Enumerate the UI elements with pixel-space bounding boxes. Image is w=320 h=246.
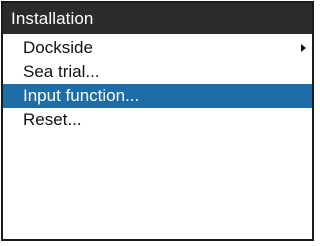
chevron-right-icon [301,44,306,52]
menu-title: Installation [3,3,312,34]
menu-item-reset[interactable]: Reset... [3,108,312,132]
menu-item-label: Input function... [23,86,140,105]
menu-item-label: Reset... [23,110,82,129]
menu-item-label: Dockside [23,38,93,57]
menu-item-input-function[interactable]: Input function... [3,84,312,108]
menu-item-label: Sea trial... [23,62,100,81]
menu-item-dockside[interactable]: Dockside [3,36,312,60]
installation-menu: Dockside Sea trial... Input function... … [3,36,312,132]
installation-menu-panel: Installation Dockside Sea trial... Input… [1,1,314,241]
menu-item-sea-trial[interactable]: Sea trial... [3,60,312,84]
